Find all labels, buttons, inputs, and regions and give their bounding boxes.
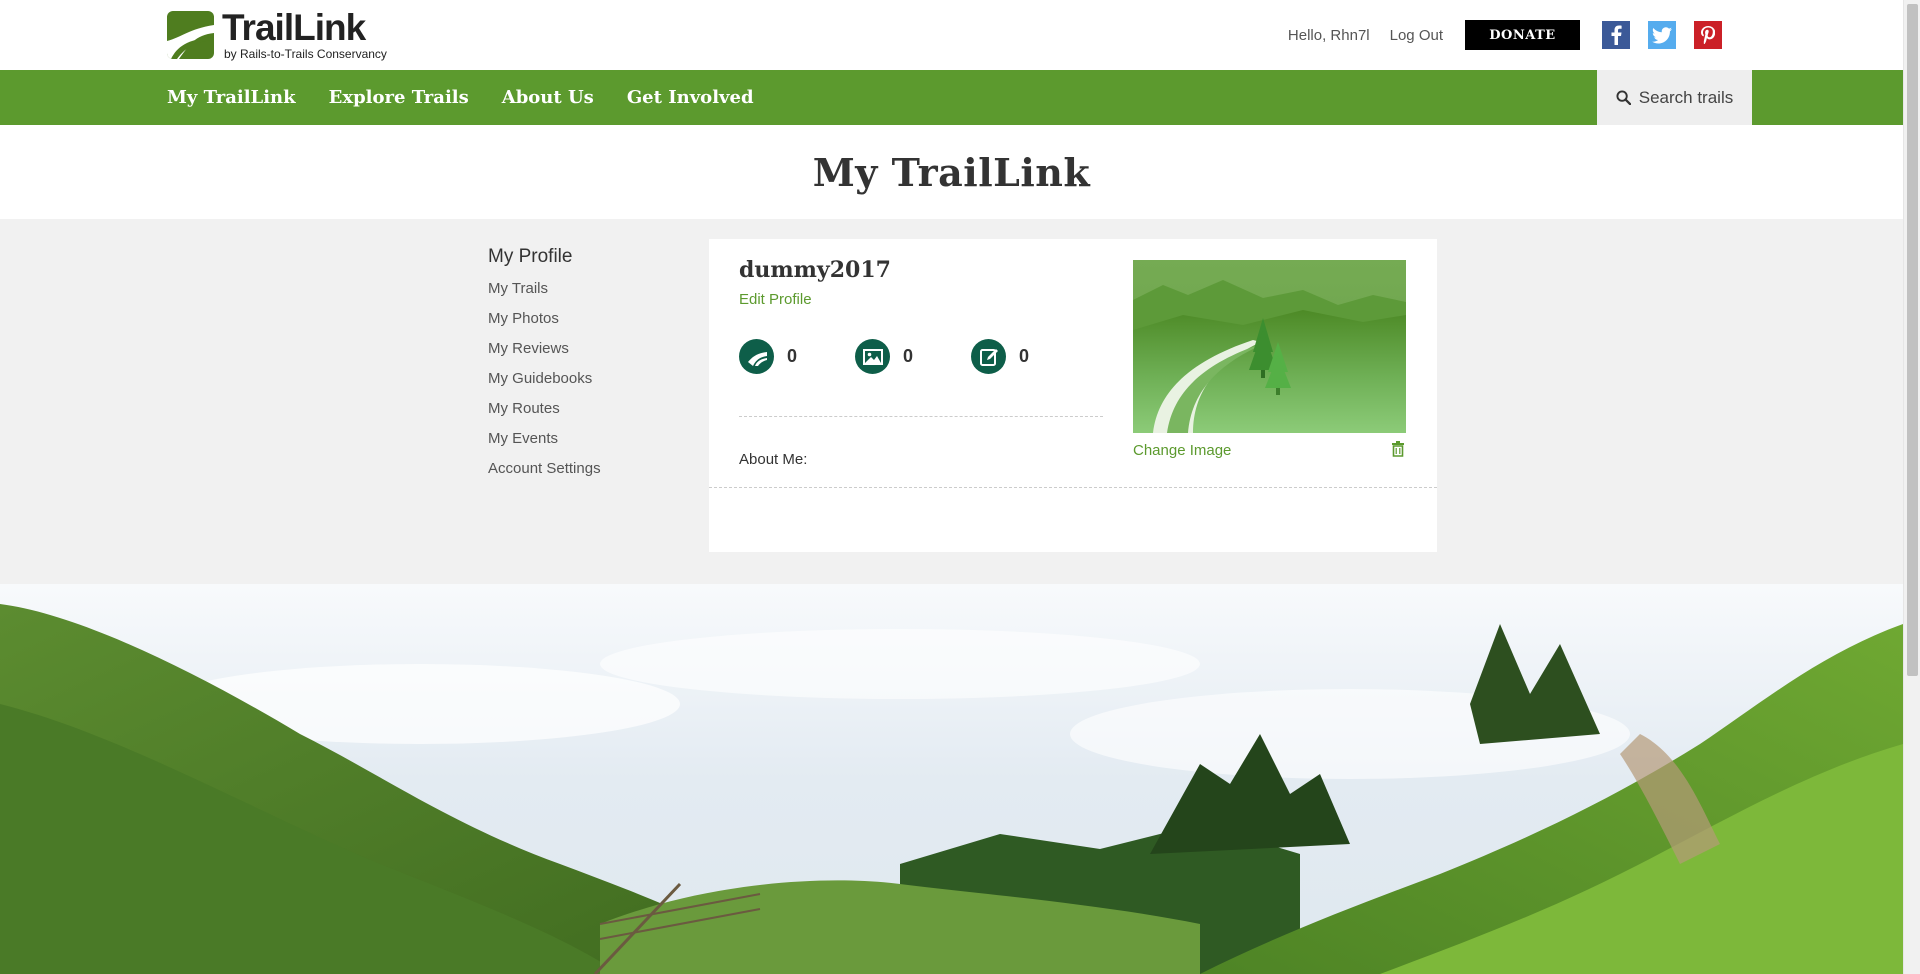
sidebar-heading[interactable]: My Profile — [488, 246, 688, 268]
traillink-logo[interactable]: TrailLink by Rails-to-Trails Conservancy — [167, 7, 387, 61]
scrollbar-thumb[interactable] — [1907, 4, 1918, 676]
pinterest-icon[interactable] — [1694, 21, 1722, 49]
sidebar-item-my-reviews[interactable]: My Reviews — [488, 339, 688, 369]
nav-about-us[interactable]: About Us — [502, 87, 594, 108]
reviews-stat[interactable]: 0 — [971, 339, 1087, 374]
sidebar-item-my-events[interactable]: My Events — [488, 429, 688, 459]
nav-my-traillink[interactable]: My TrailLink — [167, 87, 296, 108]
header-utility-bar: Hello, Rhn7l Log Out DONATE — [1288, 20, 1722, 50]
top-header: TrailLink by Rails-to-Trails Conservancy… — [0, 0, 1903, 70]
title-band: My TrailLink — [0, 125, 1903, 219]
logo-mark-icon — [167, 11, 214, 59]
nav-get-involved[interactable]: Get Involved — [627, 87, 754, 108]
sidebar-item-my-guidebooks[interactable]: My Guidebooks — [488, 369, 688, 399]
search-trails-button[interactable]: Search trails — [1597, 70, 1752, 125]
trails-count: 0 — [787, 346, 798, 366]
about-me-label: About Me: — [739, 451, 808, 468]
nav-explore-trails[interactable]: Explore Trails — [329, 87, 469, 108]
logo-title: TrailLink — [222, 7, 366, 48]
main-nav: My TrailLink Explore Trails About Us Get… — [0, 70, 1903, 125]
trail-icon — [739, 339, 774, 374]
photos-count: 0 — [903, 346, 914, 366]
card-divider — [739, 416, 1103, 417]
hero-landscape-image — [0, 584, 1903, 974]
sidebar-item-my-routes[interactable]: My Routes — [488, 399, 688, 429]
photo-icon — [855, 339, 890, 374]
logout-link[interactable]: Log Out — [1390, 27, 1443, 44]
donate-button[interactable]: DONATE — [1465, 20, 1580, 50]
photos-stat[interactable]: 0 — [855, 339, 971, 374]
reviews-count: 0 — [1019, 346, 1030, 366]
username: dummy2017 — [739, 257, 891, 283]
profile-stats: 0 0 0 — [739, 339, 1087, 374]
trails-stat[interactable]: 0 — [739, 339, 855, 374]
twitter-icon[interactable] — [1648, 21, 1676, 49]
sidebar-item-account-settings[interactable]: Account Settings — [488, 459, 688, 489]
profile-section: My Profile My Trails My Photos My Review… — [0, 219, 1903, 584]
facebook-icon[interactable] — [1602, 21, 1630, 49]
profile-image — [1133, 260, 1406, 433]
change-image-link[interactable]: Change Image — [1133, 442, 1231, 459]
trash-icon[interactable] — [1391, 441, 1405, 457]
greeting-link[interactable]: Hello, Rhn7l — [1288, 27, 1370, 44]
profile-card: dummy2017 Edit Profile 0 0 0 About Me: C… — [709, 239, 1437, 552]
search-label: Search trails — [1638, 87, 1734, 107]
sidebar-item-my-trails[interactable]: My Trails — [488, 279, 688, 309]
page-scrollbar[interactable] — [1903, 0, 1920, 974]
about-divider — [709, 487, 1437, 488]
profile-sidebar: My Profile My Trails My Photos My Review… — [488, 246, 688, 489]
logo-subtitle: by Rails-to-Trails Conservancy — [224, 47, 387, 61]
search-icon — [1616, 90, 1631, 105]
page-title: My TrailLink — [812, 149, 1091, 195]
sidebar-item-my-photos[interactable]: My Photos — [488, 309, 688, 339]
review-icon — [971, 339, 1006, 374]
edit-profile-link[interactable]: Edit Profile — [739, 291, 812, 308]
